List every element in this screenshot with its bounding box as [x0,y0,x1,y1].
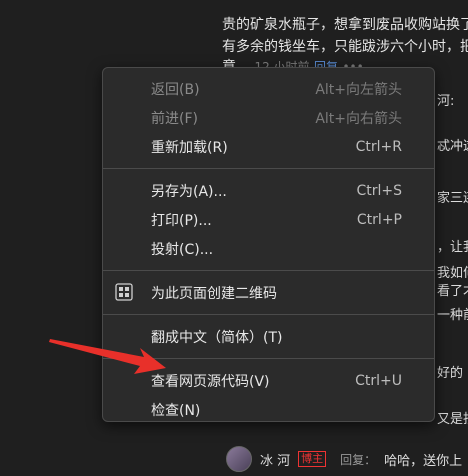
reply-label: 回复： [340,452,377,467]
comment-fragment: 好的 [437,366,464,381]
comment-fragment: 河: [437,94,455,109]
menu-item-shortcut: Alt+向右箭头 [315,110,402,127]
menu-item-create-qr-code[interactable]: 为此页面创建二维码 [103,278,434,307]
menu-item-label: 返回(B) [151,81,200,98]
comment-fragment: 我如何 [437,266,468,281]
menu-item-shortcut: Ctrl+U [355,372,402,389]
reply-text: 哈哈，送你上 [384,453,463,469]
comment-text-line: 贵的矿泉水瓶子，想拿到废品收购站换了 [222,17,468,33]
menu-item-forward[interactable]: 前进(F) Alt+向右箭头 [103,103,434,132]
reply-row: 冰 河 博主 回复： 哈哈，送你上 [226,444,468,474]
avatar[interactable] [226,446,252,472]
menu-separator [103,270,434,271]
menu-item-label: 打印(P)... [151,212,212,229]
menu-item-print[interactable]: 打印(P)... Ctrl+P [103,205,434,234]
username[interactable]: 冰 河 [260,450,290,469]
menu-item-back[interactable]: 返回(B) Alt+向左箭头 [103,74,434,103]
red-arrow-annotation [49,339,166,374]
menu-item-cast[interactable]: 投射(C)... [103,234,434,263]
menu-item-label: 翻成中文（简体）(T) [151,329,283,346]
comment-fragment: 又是抄 [437,412,468,427]
menu-item-inspect[interactable]: 检查(N) [103,395,434,424]
comment-fragment: 家三连 [437,191,468,206]
comment-fragment: 一种前 [437,308,468,323]
menu-separator [103,314,434,315]
qr-code-icon [115,283,133,301]
menu-item-shortcut: Alt+向左箭头 [315,81,402,98]
comment-fragment: 看了才 [437,284,468,299]
menu-item-shortcut: Ctrl+P [356,211,402,228]
menu-item-shortcut: Ctrl+R [355,138,402,155]
comment-fragment: 忒冲这 [437,139,468,154]
menu-item-shortcut: Ctrl+S [356,182,402,199]
comment-text-line: 有多余的钱坐车，只能跋涉六个小时，把 [222,39,468,55]
comment-fragment: ，让我 [437,240,468,255]
menu-item-label: 前进(F) [151,110,198,127]
menu-item-label: 投射(C)... [151,241,214,258]
menu-item-save-as[interactable]: 另存为(A)... Ctrl+S [103,176,434,205]
menu-item-label: 重新加载(R) [151,139,228,156]
author-badge: 博主 [298,451,327,467]
menu-item-label: 查看网页源代码(V) [151,373,270,390]
menu-item-label: 检查(N) [151,402,201,419]
menu-item-label: 另存为(A)... [151,183,227,200]
menu-separator [103,168,434,169]
menu-item-reload[interactable]: 重新加载(R) Ctrl+R [103,132,434,161]
menu-item-label: 为此页面创建二维码 [151,285,277,302]
